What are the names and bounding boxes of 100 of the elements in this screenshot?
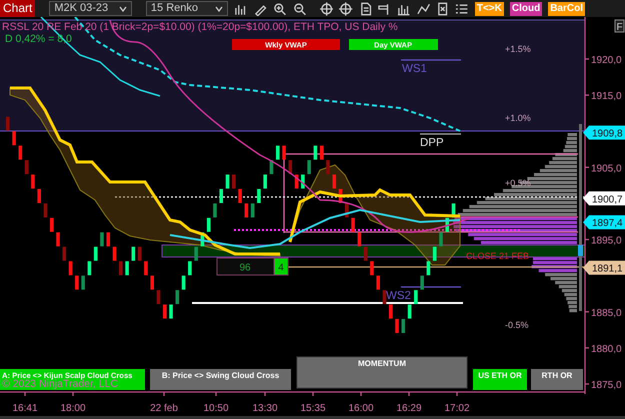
- renko-brick: [119, 261, 123, 276]
- caret-icon: [215, 6, 224, 12]
- pivot-label: DPP: [420, 137, 444, 149]
- renko-brick: [144, 261, 148, 276]
- renko-brick: [100, 232, 104, 246]
- renko-brick: [332, 174, 336, 189]
- document-icon[interactable]: [358, 2, 372, 16]
- price-marker: 1909,8: [583, 126, 625, 140]
- zoom-in-icon[interactable]: [273, 2, 287, 16]
- bar-type-dropdown[interactable]: 15 Renko: [146, 1, 228, 16]
- renko-brick: [68, 261, 72, 276]
- price-tick-label: 1920,0: [591, 55, 622, 66]
- tick-mark: [163, 392, 165, 396]
- renko-brick: [88, 261, 92, 276]
- pivot-line: [420, 133, 461, 135]
- tick-mark: [585, 58, 589, 60]
- renko-brick: [44, 203, 48, 218]
- scale-button[interactable]: F: [614, 20, 624, 33]
- renko-brick: [238, 189, 242, 203]
- renko-brick: [244, 203, 248, 218]
- renko-brick: [294, 174, 298, 189]
- renko-brick: [320, 146, 324, 160]
- renko-brick: [402, 319, 406, 333]
- renko-brick: [263, 174, 267, 189]
- renko-brick: [445, 218, 450, 232]
- tick-mark: [312, 392, 314, 396]
- document-icon[interactable]: [436, 2, 450, 16]
- tick-mark: [585, 347, 589, 349]
- price-tick-label: 1905,0: [591, 163, 622, 174]
- percent-level-label: -0.5%: [505, 320, 529, 330]
- scroll-bar[interactable]: [0, 416, 625, 419]
- pivot-line: [401, 59, 461, 61]
- tick-mark: [585, 94, 589, 96]
- price-tick-label: 1885,0: [591, 308, 622, 319]
- instrument-dropdown[interactable]: M2K 03-23: [49, 1, 132, 16]
- chart-title-tab[interactable]: Chart: [0, 0, 36, 17]
- renko-brick: [206, 218, 210, 232]
- renko-brick: [125, 261, 129, 276]
- caret-icon: [118, 6, 127, 12]
- crosshair-icon[interactable]: [320, 2, 334, 16]
- renko-brick: [257, 189, 261, 203]
- renko-brick: [314, 146, 318, 160]
- tick-mark: [456, 392, 458, 396]
- renko-brick: [219, 189, 224, 203]
- time-tick-label: 16:41: [12, 403, 38, 414]
- renko-brick: [301, 174, 305, 189]
- renko-brick: [200, 232, 204, 246]
- renko-brick: [226, 174, 230, 189]
- signal-button[interactable]: RTH OR: [531, 369, 583, 390]
- current-price-marker: [578, 245, 583, 256]
- renko-brick: [94, 246, 98, 261]
- renko-brick: [18, 146, 22, 160]
- time-tick-label: 10:50: [203, 403, 229, 414]
- renko-brick: [194, 246, 198, 261]
- renko-brick: [6, 116, 10, 131]
- time-tick-label: 15:35: [300, 403, 326, 414]
- renko-brick: [307, 160, 311, 174]
- renko-brick: [106, 232, 110, 246]
- renko-brick: [132, 246, 136, 261]
- renko-brick: [358, 232, 362, 246]
- tick-mark: [585, 166, 589, 168]
- renko-brick: [213, 203, 217, 218]
- tick-mark: [360, 392, 362, 396]
- renko-brick: [37, 189, 41, 203]
- renko-brick: [452, 203, 456, 218]
- signal-button[interactable]: B: Price <> Swing Cloud Cross: [150, 369, 291, 390]
- tick-mark: [585, 383, 589, 385]
- price-tick-label: 1875,0: [591, 380, 622, 391]
- renko-brick: [388, 304, 393, 319]
- tick-mark: [215, 392, 217, 396]
- renko-brick: [150, 276, 154, 290]
- price-tick-label: 1895,0: [591, 236, 622, 247]
- renko-brick: [432, 246, 436, 261]
- brick-counter: 96 4: [216, 258, 288, 276]
- zoom-out-icon[interactable]: [292, 2, 306, 16]
- price-tick-label: 1915,0: [591, 91, 622, 102]
- renko-brick: [276, 146, 280, 160]
- renko-brick: [31, 174, 35, 189]
- line-chart-icon[interactable]: [416, 2, 430, 16]
- indicator-toggle[interactable]: Cloud: [510, 2, 542, 16]
- pivot-line: [401, 286, 461, 288]
- renko-brick: [345, 203, 349, 218]
- tick-mark: [24, 392, 26, 396]
- renko-brick: [338, 189, 342, 203]
- signal-button[interactable]: MOMENTUM: [296, 356, 468, 388]
- renko-brick: [270, 160, 274, 174]
- renko-brick: [288, 160, 292, 174]
- price-tick-label: 1880,0: [591, 344, 622, 355]
- renko-brick: [169, 304, 173, 319]
- tick-mark: [264, 392, 266, 396]
- time-tick-label: 17:02: [444, 403, 470, 414]
- renko-brick: [81, 276, 85, 290]
- renko-brick: [138, 246, 142, 261]
- crosshair-icon[interactable]: [339, 2, 353, 16]
- time-tick-label: 22 feb: [150, 403, 178, 414]
- renko-brick: [250, 203, 254, 218]
- list-icon[interactable]: [455, 2, 469, 16]
- renko-brick: [382, 290, 386, 304]
- renko-brick: [232, 174, 236, 189]
- time-tick-label: 18:00: [60, 403, 86, 414]
